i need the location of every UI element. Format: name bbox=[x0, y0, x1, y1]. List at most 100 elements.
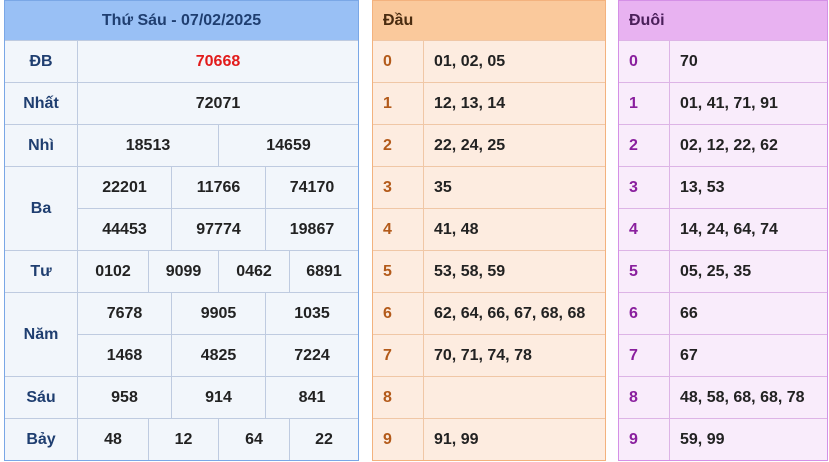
duoi-number-list: 01, 41, 71, 91 bbox=[669, 83, 827, 124]
prize-row-bay: Bảy 48 12 64 22 bbox=[5, 418, 358, 460]
prize-number: 7224 bbox=[265, 335, 358, 376]
prize-number: 4825 bbox=[171, 335, 265, 376]
dau-row: 5 53, 58, 59 bbox=[373, 250, 605, 292]
prize-number: 22201 bbox=[77, 167, 171, 208]
duoi-row: 3 13, 53 bbox=[619, 166, 827, 208]
duoi-number-list: 66 bbox=[669, 293, 827, 334]
dau-number-list: 12, 13, 14 bbox=[423, 83, 605, 124]
duoi-header: Đuôi bbox=[619, 1, 827, 40]
duoi-row: 9 59, 99 bbox=[619, 418, 827, 460]
duoi-digit: 2 bbox=[629, 136, 638, 154]
prize-row-ba-2: 44453 97774 19867 bbox=[77, 208, 358, 250]
prize-row-db: ĐB 70668 bbox=[5, 40, 358, 82]
dau-digit: 5 bbox=[383, 262, 392, 280]
prize-row-nam-2: 1468 4825 7224 bbox=[77, 334, 358, 376]
prize-label: Năm bbox=[5, 292, 77, 376]
dau-row: 8 bbox=[373, 376, 605, 418]
dau-row: 0 01, 02, 05 bbox=[373, 40, 605, 82]
prize-label: ĐB bbox=[29, 52, 53, 70]
duoi-digit: 3 bbox=[629, 178, 638, 196]
duoi-row: 5 05, 25, 35 bbox=[619, 250, 827, 292]
dau-number-list: 41, 48 bbox=[423, 209, 605, 250]
dau-number-list: 91, 99 bbox=[423, 419, 605, 460]
prize-number: 958 bbox=[77, 377, 171, 418]
dau-digit: 7 bbox=[383, 346, 392, 364]
dau-row: 7 70, 71, 74, 78 bbox=[373, 334, 605, 376]
prize-number: 97774 bbox=[171, 209, 265, 250]
dau-header: Đầu bbox=[373, 1, 605, 40]
duoi-number-list: 14, 24, 64, 74 bbox=[669, 209, 827, 250]
duoi-digit: 1 bbox=[629, 94, 638, 112]
prize-number: 1468 bbox=[77, 335, 171, 376]
dau-digit: 1 bbox=[383, 94, 392, 112]
prize-number: 9905 bbox=[171, 293, 265, 334]
prize-label: Nhì bbox=[28, 136, 54, 154]
duoi-number-list: 05, 25, 35 bbox=[669, 251, 827, 292]
duoi-row: 4 14, 24, 64, 74 bbox=[619, 208, 827, 250]
dau-title: Đầu bbox=[383, 11, 414, 29]
duoi-table: Đuôi 0 70 1 01, 41, 71, 91 2 02, 12, 22, 62 3 1… bbox=[618, 0, 828, 461]
duoi-digit: 6 bbox=[629, 304, 638, 322]
dau-digit: 9 bbox=[383, 430, 392, 448]
duoi-number-list: 02, 12, 22, 62 bbox=[669, 125, 827, 166]
dau-digit: 6 bbox=[383, 304, 392, 322]
prize-number: 6891 bbox=[289, 251, 358, 292]
prize-label: Bảy bbox=[26, 430, 56, 448]
prize-number: 11766 bbox=[171, 167, 265, 208]
prize-number: 841 bbox=[265, 377, 358, 418]
duoi-row: 8 48, 58, 68, 68, 78 bbox=[619, 376, 827, 418]
duoi-digit: 9 bbox=[629, 430, 638, 448]
duoi-number-list: 59, 99 bbox=[669, 419, 827, 460]
duoi-number-list: 48, 58, 68, 68, 78 bbox=[669, 377, 827, 418]
duoi-row: 7 67 bbox=[619, 334, 827, 376]
prize-number: 70668 bbox=[77, 41, 358, 82]
dau-number-list: 22, 24, 25 bbox=[423, 125, 605, 166]
prize-row-nhat: Nhất 72071 bbox=[5, 82, 358, 124]
dau-digit: 8 bbox=[383, 388, 392, 406]
prize-number: 0102 bbox=[77, 251, 148, 292]
prize-label: Nhất bbox=[23, 94, 59, 112]
dau-number-list: 53, 58, 59 bbox=[423, 251, 605, 292]
duoi-digit: 0 bbox=[629, 52, 638, 70]
duoi-digit: 7 bbox=[629, 346, 638, 364]
prize-number: 48 bbox=[77, 419, 148, 460]
duoi-number-list: 70 bbox=[669, 41, 827, 82]
prize-row-nhi: Nhì 18513 14659 bbox=[5, 124, 358, 166]
prize-number: 74170 bbox=[265, 167, 358, 208]
duoi-title: Đuôi bbox=[629, 11, 665, 29]
prize-number: 72071 bbox=[77, 83, 358, 124]
prize-label: Ba bbox=[5, 166, 77, 250]
dau-table: Đầu 0 01, 02, 05 1 12, 13, 14 2 22, 24, 25 3 35… bbox=[372, 0, 606, 461]
prize-number: 64 bbox=[218, 419, 289, 460]
dau-row: 4 41, 48 bbox=[373, 208, 605, 250]
prize-label: Tư bbox=[30, 262, 52, 280]
dau-row: 6 62, 64, 66, 67, 68, 68 bbox=[373, 292, 605, 334]
prize-row-sau: Sáu 958 914 841 bbox=[5, 376, 358, 418]
dau-number-list: 01, 02, 05 bbox=[423, 41, 605, 82]
duoi-row: 0 70 bbox=[619, 40, 827, 82]
prize-number: 9099 bbox=[148, 251, 218, 292]
prize-row-tu: Tư 0102 9099 0462 6891 bbox=[5, 250, 358, 292]
dau-number-list: 62, 64, 66, 67, 68, 68 bbox=[423, 293, 605, 334]
dau-row: 2 22, 24, 25 bbox=[373, 124, 605, 166]
duoi-number-list: 67 bbox=[669, 335, 827, 376]
dau-row: 1 12, 13, 14 bbox=[373, 82, 605, 124]
prize-number: 1035 bbox=[265, 293, 358, 334]
prize-row-nam-1: 7678 9905 1035 bbox=[77, 292, 358, 334]
prize-number: 7678 bbox=[77, 293, 171, 334]
dau-digit: 2 bbox=[383, 136, 392, 154]
prize-number: 44453 bbox=[77, 209, 171, 250]
duoi-digit: 8 bbox=[629, 388, 638, 406]
prize-row-ba-1: 22201 11766 74170 bbox=[77, 166, 358, 208]
duoi-row: 2 02, 12, 22, 62 bbox=[619, 124, 827, 166]
prize-number: 22 bbox=[289, 419, 358, 460]
lottery-results-table: Thứ Sáu - 07/02/2025 ĐB 70668 Nhất 72071… bbox=[4, 0, 359, 461]
duoi-row: 1 01, 41, 71, 91 bbox=[619, 82, 827, 124]
dau-digit: 4 bbox=[383, 220, 392, 238]
dau-number-list: 70, 71, 74, 78 bbox=[423, 335, 605, 376]
results-title: Thứ Sáu - 07/02/2025 bbox=[101, 11, 262, 29]
prize-number: 914 bbox=[171, 377, 265, 418]
dau-number-list bbox=[423, 377, 605, 418]
prize-number: 0462 bbox=[218, 251, 289, 292]
prize-number: 12 bbox=[148, 419, 218, 460]
